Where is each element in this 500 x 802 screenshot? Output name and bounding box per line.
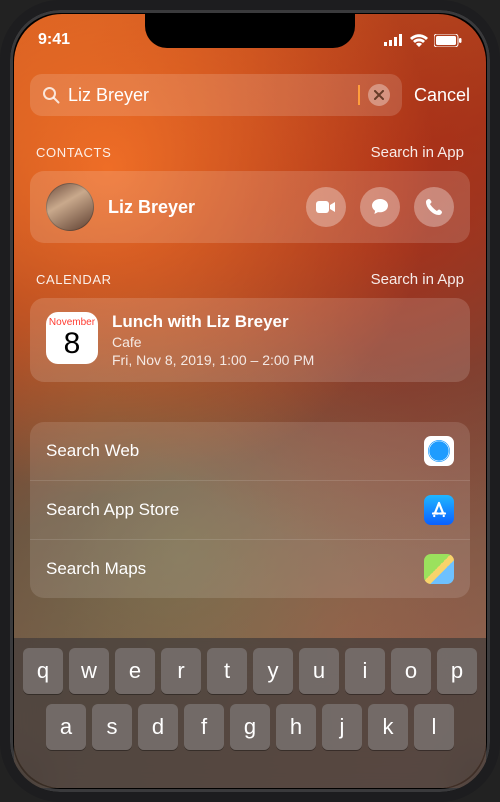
screen: 9:41 Liz Breyer Cancel: [14, 14, 486, 788]
key-l[interactable]: l: [414, 704, 454, 750]
key-y[interactable]: y: [253, 648, 293, 694]
calendar-section-header: CALENDAR Search in App: [36, 271, 464, 288]
search-appstore-row[interactable]: Search App Store: [30, 480, 470, 539]
key-a[interactable]: a: [46, 704, 86, 750]
search-maps-label: Search Maps: [46, 559, 146, 579]
status-time: 9:41: [38, 31, 70, 49]
cal-month: November: [49, 318, 95, 328]
phone-icon: [425, 198, 443, 216]
key-r[interactable]: r: [161, 648, 201, 694]
event-title: Lunch with Liz Breyer: [112, 312, 314, 332]
cellular-icon: [384, 34, 404, 46]
cancel-button[interactable]: Cancel: [414, 85, 470, 106]
maps-icon: [424, 554, 454, 584]
facetime-button[interactable]: [306, 187, 346, 227]
key-s[interactable]: s: [92, 704, 132, 750]
calendar-date-icon: November 8: [46, 312, 98, 364]
search-row: Liz Breyer Cancel: [30, 74, 470, 116]
key-g[interactable]: g: [230, 704, 270, 750]
key-t[interactable]: t: [207, 648, 247, 694]
safari-icon: [424, 436, 454, 466]
key-q[interactable]: q: [23, 648, 63, 694]
key-h[interactable]: h: [276, 704, 316, 750]
key-p[interactable]: p: [437, 648, 477, 694]
event-location: Cafe: [112, 334, 314, 350]
notch: [145, 14, 355, 48]
calendar-title: CALENDAR: [36, 272, 112, 287]
contacts-search-in-app[interactable]: Search in App: [371, 144, 464, 161]
calendar-event-result[interactable]: November 8 Lunch with Liz Breyer Cafe Fr…: [30, 298, 470, 382]
cal-day: 8: [64, 329, 81, 359]
keyboard-row-2: a s d f g h j k l: [20, 704, 480, 750]
keyboard-row-1: q w e r t y u i o p: [20, 648, 480, 694]
key-o[interactable]: o: [391, 648, 431, 694]
search-field[interactable]: Liz Breyer: [30, 74, 402, 116]
call-button[interactable]: [414, 187, 454, 227]
avatar: [46, 183, 94, 231]
key-i[interactable]: i: [345, 648, 385, 694]
contact-name: Liz Breyer: [108, 197, 292, 218]
message-icon: [371, 198, 389, 216]
key-f[interactable]: f: [184, 704, 224, 750]
appstore-icon: [424, 495, 454, 525]
message-button[interactable]: [360, 187, 400, 227]
keyboard[interactable]: q w e r t y u i o p a s d f g h j k l: [14, 638, 486, 788]
iphone-frame: 9:41 Liz Breyer Cancel: [0, 0, 500, 802]
contact-result[interactable]: Liz Breyer: [30, 171, 470, 243]
video-icon: [316, 200, 336, 214]
search-suggestions: Search Web Search App Store Search Maps: [30, 422, 470, 598]
battery-icon: [434, 34, 462, 47]
status-indicators: [384, 34, 462, 47]
contacts-title: CONTACTS: [36, 145, 111, 160]
close-icon: [374, 90, 384, 100]
key-j[interactable]: j: [322, 704, 362, 750]
search-appstore-label: Search App Store: [46, 500, 179, 520]
key-d[interactable]: d: [138, 704, 178, 750]
event-time: Fri, Nov 8, 2019, 1:00 – 2:00 PM: [112, 352, 314, 368]
key-w[interactable]: w: [69, 648, 109, 694]
key-k[interactable]: k: [368, 704, 408, 750]
event-info: Lunch with Liz Breyer Cafe Fri, Nov 8, 2…: [112, 312, 314, 368]
wifi-icon: [410, 34, 428, 47]
text-cursor: [358, 85, 360, 105]
search-maps-row[interactable]: Search Maps: [30, 539, 470, 598]
search-web-label: Search Web: [46, 441, 139, 461]
clear-button[interactable]: [368, 84, 390, 106]
search-icon: [42, 86, 60, 104]
search-input[interactable]: Liz Breyer: [68, 85, 349, 106]
search-web-row[interactable]: Search Web: [30, 422, 470, 480]
key-e[interactable]: e: [115, 648, 155, 694]
contacts-section-header: CONTACTS Search in App: [36, 144, 464, 161]
calendar-search-in-app[interactable]: Search in App: [371, 271, 464, 288]
key-u[interactable]: u: [299, 648, 339, 694]
